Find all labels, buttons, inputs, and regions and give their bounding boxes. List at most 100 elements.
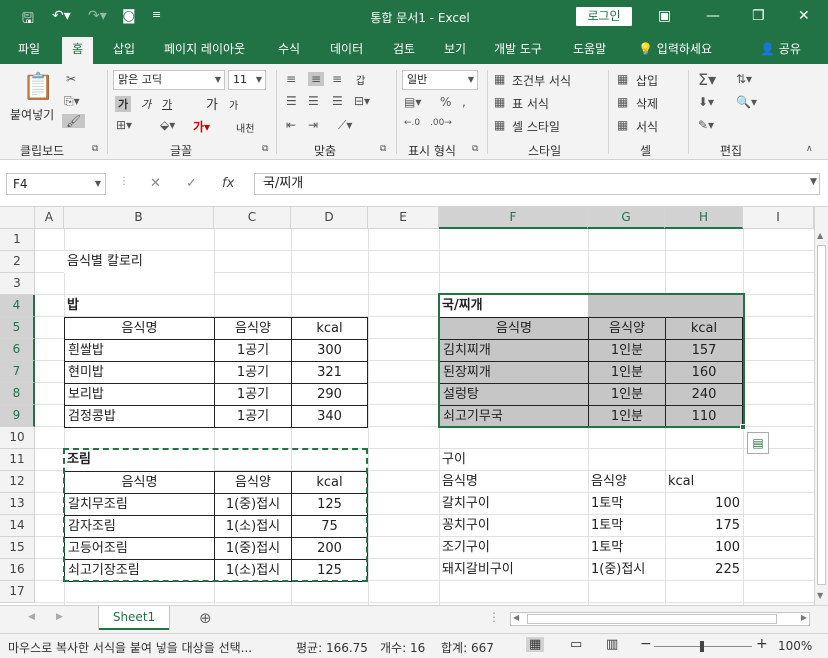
- table-cell[interactable]: 200: [291, 537, 368, 560]
- table-cell[interactable]: 고등어조림: [64, 537, 215, 560]
- table-cell[interactable]: 쇠고기무국: [439, 405, 589, 428]
- table-header-cell[interactable]: 음식명: [64, 317, 215, 340]
- table-cell[interactable]: 1(중)접시: [214, 493, 292, 516]
- row-header-2[interactable]: 2: [0, 251, 35, 273]
- align-center-icon[interactable]: ☰: [308, 94, 319, 108]
- table-cell[interactable]: 300: [291, 339, 368, 362]
- column-header-a[interactable]: A: [35, 207, 64, 229]
- table-cell[interactable]: 1인분: [588, 405, 666, 428]
- table-cell[interactable]: 1공기: [214, 405, 292, 428]
- table-cell[interactable]: 1(중)접시: [588, 559, 665, 581]
- align-bottom-icon[interactable]: ≡: [332, 72, 342, 86]
- zoom-in-icon[interactable]: +: [756, 636, 768, 652]
- table-header-cell[interactable]: 음식명: [64, 471, 215, 494]
- row-header-15[interactable]: 15: [0, 537, 35, 559]
- phonetic-button[interactable]: 내천: [236, 120, 254, 135]
- delete-cells-button[interactable]: 삭제: [636, 95, 658, 112]
- save-icon[interactable]: 🖫: [22, 8, 34, 32]
- table-header-cell[interactable]: 음식양: [214, 471, 292, 494]
- table-header-cell[interactable]: 음식명: [439, 317, 589, 340]
- table-cell[interactable]: 현미밥: [64, 361, 215, 384]
- table-cell[interactable]: 갈치구이: [439, 493, 588, 515]
- column-header-e[interactable]: E: [368, 207, 439, 229]
- table-cell[interactable]: 160: [665, 361, 743, 384]
- row-header-7[interactable]: 7: [0, 361, 35, 383]
- zoom-slider-thumb[interactable]: [700, 641, 704, 652]
- font-color-icon[interactable]: 가▾: [193, 118, 210, 135]
- paste-button[interactable]: 붙여넣기: [10, 106, 54, 123]
- rice-heading[interactable]: 밥: [64, 295, 214, 317]
- row-header-4[interactable]: 4: [0, 295, 35, 317]
- table-cell[interactable]: 157: [665, 339, 743, 362]
- undo-icon[interactable]: ↶▾: [52, 8, 71, 24]
- braised-heading[interactable]: 조림: [64, 449, 214, 471]
- conditional-format-button[interactable]: 조건부 서식: [512, 72, 571, 89]
- merge-center-icon[interactable]: ⊟▾: [354, 94, 370, 108]
- comma-icon[interactable]: ,: [462, 95, 466, 109]
- number-launcher-icon[interactable]: ⧉: [472, 144, 478, 154]
- collapse-ribbon-icon[interactable]: ∧: [806, 144, 813, 154]
- tab-home[interactable]: 홈: [62, 37, 94, 64]
- table-cell[interactable]: 흰쌀밥: [64, 339, 215, 362]
- tell-me-search[interactable]: 💡 입력하세요: [638, 34, 712, 64]
- page-break-view-icon[interactable]: ▥: [606, 637, 618, 652]
- table-format-button[interactable]: 표 서식: [512, 95, 549, 112]
- table-cell[interactable]: 1토막: [588, 515, 665, 537]
- status-average[interactable]: 평균: 166.75: [296, 639, 368, 656]
- tab-review[interactable]: 검토: [393, 34, 415, 64]
- row-header-12[interactable]: 12: [0, 471, 35, 493]
- wrap-text-button[interactable]: 갑: [356, 72, 365, 87]
- table-cell[interactable]: 340: [291, 405, 368, 428]
- table-header-cell[interactable]: kcal: [665, 317, 743, 340]
- decrease-decimal-icon[interactable]: .00→: [430, 118, 452, 128]
- tab-view[interactable]: 보기: [444, 34, 466, 64]
- increase-decimal-icon[interactable]: ←.0: [404, 118, 420, 128]
- customize-qat-icon[interactable]: ≡: [152, 8, 161, 21]
- table-cell[interactable]: 돼지갈비구이: [439, 559, 588, 581]
- vertical-scrollbar[interactable]: ▲ ▼: [814, 207, 828, 605]
- table-header-cell[interactable]: 음식양: [214, 317, 292, 340]
- clear-icon[interactable]: ✎▾: [698, 118, 714, 132]
- new-sheet-icon[interactable]: ⊕: [199, 609, 212, 627]
- percent-icon[interactable]: %: [440, 95, 451, 109]
- row-header-9[interactable]: 9: [0, 405, 35, 427]
- sheet-title[interactable]: 음식별 칼로리: [64, 251, 214, 273]
- table-cell[interactable]: 1토막: [588, 493, 665, 515]
- expand-formula-icon[interactable]: ▼: [810, 177, 817, 187]
- scroll-down-icon[interactable]: ▼: [817, 591, 823, 600]
- autosum-icon[interactable]: Σ▾: [698, 70, 716, 89]
- alignment-launcher-icon[interactable]: ⧉: [380, 144, 386, 154]
- zoom-level[interactable]: 100%: [778, 639, 812, 653]
- tab-help[interactable]: 도움말: [573, 34, 606, 64]
- tab-developer[interactable]: 개발 도구: [494, 34, 542, 64]
- orientation-icon[interactable]: ⟋▾: [338, 118, 352, 133]
- horizontal-scroll-thumb[interactable]: [527, 614, 777, 624]
- horizontal-scrollbar[interactable]: ◀ ▶: [510, 612, 810, 626]
- row-header-3[interactable]: 3: [0, 273, 35, 295]
- table-cell[interactable]: 110: [665, 405, 743, 428]
- table-cell[interactable]: 1(소)접시: [214, 515, 292, 538]
- column-header-d[interactable]: D: [291, 207, 368, 229]
- column-header-f[interactable]: F: [439, 207, 588, 229]
- table-cell[interactable]: 240: [665, 383, 743, 406]
- table-cell[interactable]: 조기구이: [439, 537, 588, 559]
- cancel-icon[interactable]: ✕: [150, 176, 161, 191]
- close-button[interactable]: ✕: [798, 8, 810, 24]
- table-cell[interactable]: 321: [291, 361, 368, 384]
- status-count[interactable]: 개수: 16: [380, 639, 425, 656]
- table-cell[interactable]: 쇠고기장조림: [64, 559, 215, 582]
- tab-formulas[interactable]: 수식: [278, 34, 300, 64]
- name-box[interactable]: F4 ▼: [6, 173, 106, 195]
- row-header-17[interactable]: 17: [0, 581, 35, 603]
- format-painter-icon[interactable]: 🖌: [62, 114, 86, 128]
- italic-button[interactable]: 가: [141, 96, 151, 112]
- table-cell[interactable]: 된장찌개: [439, 361, 589, 384]
- insert-function-icon[interactable]: fx: [222, 176, 234, 191]
- row-header-8[interactable]: 8: [0, 383, 35, 405]
- sheet-tab-sheet1[interactable]: Sheet1: [99, 606, 169, 630]
- row-header-10[interactable]: 10: [0, 427, 35, 449]
- column-header-h[interactable]: H: [665, 207, 743, 229]
- shrink-font-button[interactable]: 가: [229, 97, 238, 112]
- table-cell[interactable]: 김치찌개: [439, 339, 589, 362]
- clipboard-launcher-icon[interactable]: ⧉: [92, 144, 98, 154]
